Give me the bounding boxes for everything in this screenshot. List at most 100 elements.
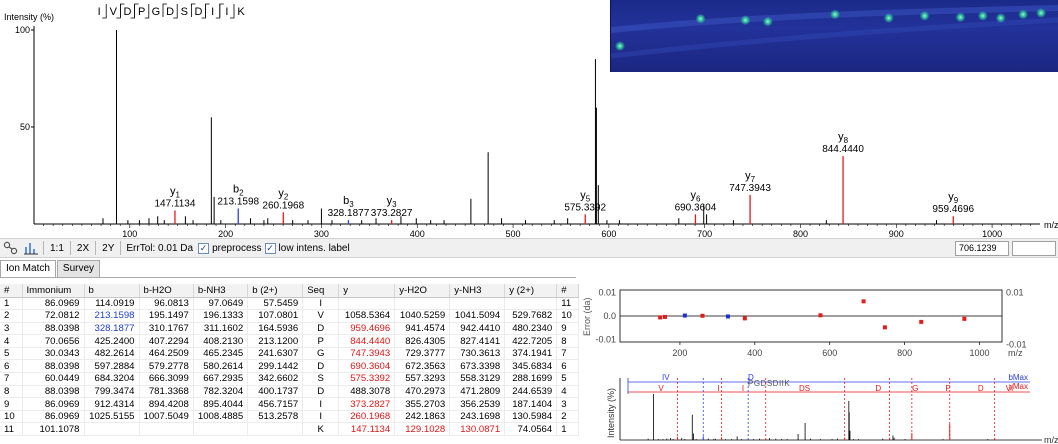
column-header[interactable]: b (2+) bbox=[247, 284, 304, 298]
column-header[interactable]: # bbox=[0, 284, 23, 298]
table-cell: 465.2345 bbox=[193, 347, 249, 361]
zoom-2y-button[interactable]: 2Y bbox=[99, 243, 117, 254]
error-y-tick-label: -0.01 bbox=[595, 335, 616, 345]
preprocess-checkbox[interactable]: ✓ preprocess bbox=[198, 242, 262, 254]
result-tabs: Ion Match Survey bbox=[0, 260, 101, 278]
table-row[interactable]: 8 88.0398 799.3474 781.3368 782.3204 400.1737… bbox=[0, 385, 580, 399]
error-x-tick-label: 200 bbox=[672, 348, 687, 358]
secondary-readout-field[interactable] bbox=[1012, 241, 1056, 256]
table-row[interactable]: 5 30.0343 482.2614 464.2509 465.2345 241.6307… bbox=[0, 347, 580, 361]
error-point[interactable] bbox=[962, 316, 967, 321]
fluorescent-spot bbox=[977, 10, 988, 21]
ratio-1-1-button[interactable]: 1:1 bbox=[47, 243, 67, 254]
table-cell: 464.2509 bbox=[139, 347, 194, 361]
fluorescence-image bbox=[610, 0, 1058, 72]
sequence-residue: I bbox=[98, 6, 101, 18]
fluorescent-spot bbox=[830, 9, 840, 20]
table-cell: 894.4208 bbox=[139, 397, 194, 411]
table-cell: 575.3392 bbox=[338, 372, 396, 386]
column-header[interactable]: b bbox=[84, 284, 140, 298]
error-point[interactable] bbox=[818, 313, 823, 318]
y-fragment-mark bbox=[144, 4, 150, 19]
column-header[interactable]: Immonium bbox=[22, 284, 85, 298]
column-header[interactable]: Seq bbox=[302, 284, 340, 298]
table-cell: 667.2935 bbox=[193, 372, 249, 386]
table-row[interactable]: 6 88.0398 597.2884 579.2778 580.2614 299.1442… bbox=[0, 359, 580, 374]
table-row[interactable]: 3 88.0398 328.1877 310.1767 311.1602 164.5936… bbox=[0, 322, 580, 336]
table-cell: 195.1497 bbox=[139, 309, 194, 323]
error-point[interactable] bbox=[700, 313, 705, 318]
table-cell: 690.3604 bbox=[338, 359, 396, 374]
x-tick-label: 1000 bbox=[982, 229, 1002, 238]
error-point[interactable] bbox=[742, 316, 747, 321]
mz-readout-field[interactable]: 706.1239 bbox=[955, 241, 1009, 256]
table-cell: 97.0649 bbox=[193, 297, 249, 311]
error-point[interactable] bbox=[682, 313, 687, 318]
low-intens-label-checkbox[interactable]: ✓ low intens. label bbox=[264, 242, 350, 254]
table-cell: 310.1767 bbox=[139, 322, 194, 336]
table-cell: 558.3129 bbox=[449, 372, 506, 386]
peak-ion-label: y9 bbox=[948, 191, 959, 205]
zoom-2x-button[interactable]: 2X bbox=[74, 243, 92, 254]
spectrum-view-icon[interactable] bbox=[22, 240, 40, 256]
table-cell: 488.3078 bbox=[338, 385, 396, 399]
table-row[interactable]: 11 101.1078 K 147.1134 129.1028 130.0871 74.05… bbox=[0, 422, 580, 437]
error-tolerance-label[interactable]: ErrTol: 0.01 Da bbox=[124, 243, 195, 254]
fragment-tool-icon[interactable] bbox=[2, 240, 20, 256]
table-cell: 529.7682 bbox=[504, 309, 558, 323]
table-cell: 895.4044 bbox=[193, 397, 249, 411]
column-header[interactable]: b-H2O bbox=[139, 284, 194, 298]
table-row[interactable]: 10 86.0969 1025.5155 1007.5049 1008.4885 513.… bbox=[0, 410, 580, 424]
column-header[interactable]: y bbox=[338, 284, 396, 298]
table-cell: I bbox=[302, 397, 340, 411]
y-fragment-mark bbox=[102, 4, 107, 19]
table-cell: 781.3368 bbox=[139, 385, 194, 399]
sequence-residue: P bbox=[138, 6, 145, 18]
low-intens-check-icon[interactable]: ✓ bbox=[264, 242, 276, 254]
table-row[interactable]: 2 72.0812 213.1598 195.1497 196.1333 107.0801… bbox=[0, 309, 580, 323]
table-cell: 5 bbox=[556, 372, 580, 386]
table-row[interactable]: 7 60.0449 684.3204 666.3099 667.2935 342.6602… bbox=[0, 372, 580, 386]
error-point[interactable] bbox=[725, 314, 730, 319]
table-cell bbox=[139, 422, 194, 437]
table-cell: D bbox=[302, 359, 340, 374]
table-cell: 196.1333 bbox=[193, 309, 249, 323]
tab-survey[interactable]: Survey bbox=[56, 260, 101, 277]
x-tick-label: 800 bbox=[793, 229, 808, 238]
column-header[interactable]: y (2+) bbox=[504, 284, 558, 298]
table-cell: 244.6539 bbox=[504, 385, 558, 399]
toolbar-separator bbox=[43, 241, 44, 255]
table-row[interactable]: 1 86.0969 114.0919 96.0813 97.0649 57.5459 I 11 bbox=[0, 297, 580, 311]
tab-ion-match[interactable]: Ion Match bbox=[0, 260, 56, 278]
b-fragment-mark bbox=[219, 3, 224, 17]
sequence-residue: I bbox=[211, 6, 214, 18]
table-cell: D bbox=[302, 385, 340, 399]
table-cell: 1025.5155 bbox=[84, 410, 140, 424]
error-point[interactable] bbox=[662, 314, 667, 319]
table-row[interactable]: 9 86.0969 912.4314 894.4208 895.4044 456.7157… bbox=[0, 397, 580, 411]
error-point[interactable] bbox=[882, 325, 887, 330]
table-row[interactable]: 4 70.0656 425.2400 407.2294 408.2130 213.1200… bbox=[0, 334, 580, 348]
column-header[interactable]: # bbox=[556, 284, 580, 298]
tab-divider bbox=[0, 277, 576, 278]
table-cell: K bbox=[302, 422, 340, 437]
peak-mz-label: 260.1968 bbox=[262, 200, 304, 211]
table-cell: 799.3474 bbox=[84, 385, 140, 399]
error-point[interactable] bbox=[919, 319, 924, 324]
table-cell: 311.1602 bbox=[193, 322, 249, 336]
error-point[interactable] bbox=[861, 299, 866, 304]
table-cell: 70.0656 bbox=[22, 334, 85, 348]
preprocess-check-icon[interactable]: ✓ bbox=[198, 242, 210, 254]
peak-ion-label: b3 bbox=[343, 195, 354, 209]
column-header[interactable]: b-NH3 bbox=[193, 284, 249, 298]
table-cell: 72.0812 bbox=[22, 309, 85, 323]
column-header[interactable]: y-H2O bbox=[394, 284, 451, 298]
error-point[interactable] bbox=[658, 315, 663, 320]
error-x-axis-label: m/z bbox=[1008, 348, 1023, 358]
table-cell: 213.1200 bbox=[247, 334, 304, 348]
sequence-residue: S bbox=[181, 6, 188, 18]
fluorescent-spot bbox=[1036, 7, 1047, 18]
error-y-tick-label: 0.01 bbox=[598, 287, 616, 297]
column-header[interactable]: y-NH3 bbox=[449, 284, 506, 298]
table-cell: 672.3563 bbox=[394, 359, 451, 374]
